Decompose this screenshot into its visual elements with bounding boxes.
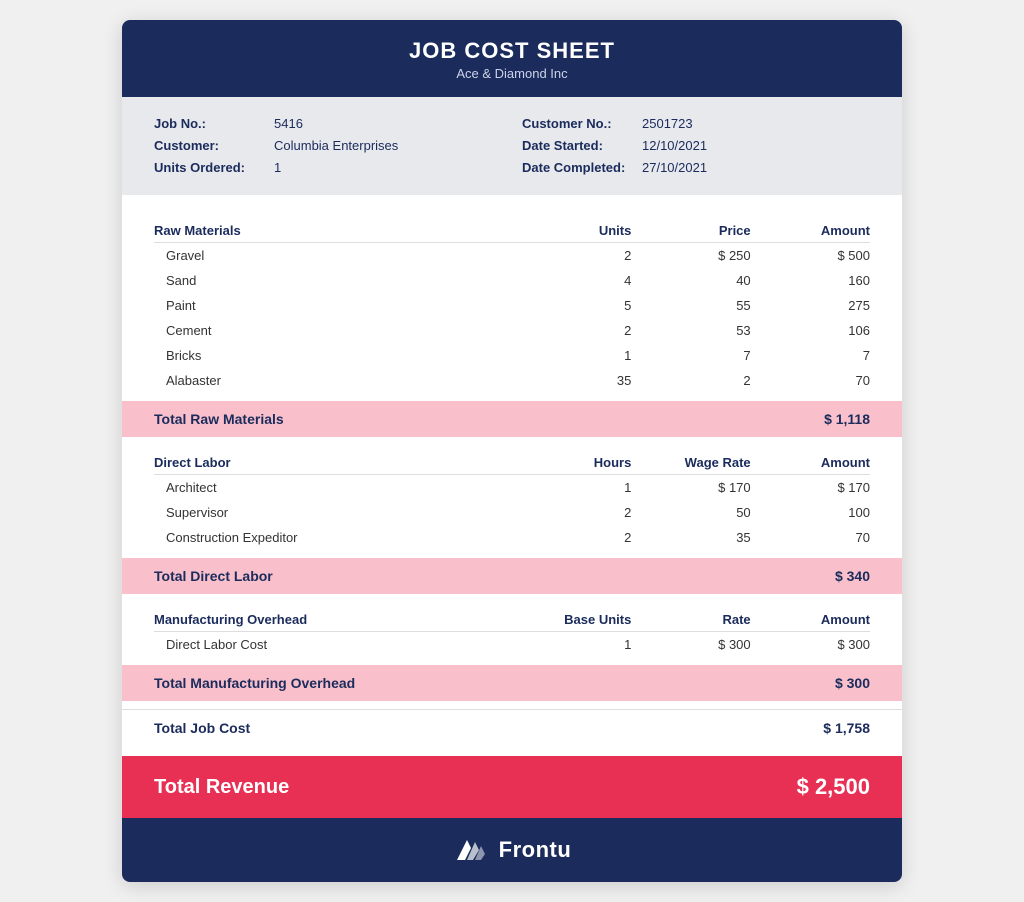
customer-no-value: 2501723 [642,113,693,135]
total-direct-labor-label: Total Direct Labor [154,568,273,584]
table-row: Sand440160 [154,268,870,293]
header: JOB COST SHEET Ace & Diamond Inc [122,20,902,97]
direct-labor-col-wage-rate: Wage Rate [631,455,750,470]
total-job-cost-row: Total Job Cost $ 1,758 [122,709,902,746]
mfg-overhead-title: Manufacturing Overhead [154,612,512,627]
table-row: Bricks177 [154,343,870,368]
table-row: Supervisor250100 [154,500,870,525]
customer-no-row: Customer No.: 2501723 [522,113,870,135]
raw-materials-col-units: Units [512,223,631,238]
total-mfg-overhead-value: $ 300 [835,675,870,691]
mfg-overhead-col-rate: Rate [631,612,750,627]
total-mfg-overhead-row: Total Manufacturing Overhead $ 300 [122,665,902,701]
table-row: Gravel2$ 250$ 500 [154,243,870,268]
mfg-overhead-section: Manufacturing Overhead Base Units Rate A… [154,604,870,657]
mfg-overhead-rows: Direct Labor Cost1$ 300$ 300 [154,632,870,657]
mfg-overhead-header: Manufacturing Overhead Base Units Rate A… [154,604,870,632]
info-right: Customer No.: 2501723 Date Started: 12/1… [522,113,870,179]
mfg-overhead-col-amount: Amount [751,612,870,627]
units-value: 1 [274,157,281,179]
direct-labor-col-amount: Amount [751,455,870,470]
mfg-overhead-col-base-units: Base Units [512,612,631,627]
date-started-value: 12/10/2021 [642,135,707,157]
raw-materials-header: Raw Materials Units Price Amount [154,215,870,243]
units-row: Units Ordered: 1 [154,157,502,179]
direct-labor-title: Direct Labor [154,455,512,470]
footer: Frontu [122,818,902,882]
total-raw-materials-value: $ 1,118 [824,411,870,427]
body: Raw Materials Units Price Amount Gravel2… [122,195,902,746]
raw-materials-col-price: Price [631,223,750,238]
date-started-label: Date Started: [522,135,632,157]
direct-labor-header: Direct Labor Hours Wage Rate Amount [154,447,870,475]
direct-labor-section: Direct Labor Hours Wage Rate Amount Arch… [154,447,870,550]
date-completed-label: Date Completed: [522,157,632,179]
job-no-label: Job No.: [154,113,264,135]
total-revenue-label: Total Revenue [154,776,289,799]
footer-brand: Frontu [499,837,572,863]
job-cost-sheet: JOB COST SHEET Ace & Diamond Inc Job No.… [122,20,902,882]
header-subtitle: Ace & Diamond Inc [142,66,882,81]
total-job-cost-value: $ 1,758 [823,720,870,736]
date-completed-row: Date Completed: 27/10/2021 [522,157,870,179]
footer-logo: Frontu [453,832,572,868]
total-direct-labor-value: $ 340 [835,568,870,584]
date-started-row: Date Started: 12/10/2021 [522,135,870,157]
raw-materials-title: Raw Materials [154,223,512,238]
job-no-row: Job No.: 5416 [154,113,502,135]
table-row: Construction Expeditor23570 [154,525,870,550]
table-row: Cement253106 [154,318,870,343]
table-row: Paint555275 [154,293,870,318]
total-revenue-row: Total Revenue $ 2,500 [122,756,902,818]
customer-value: Columbia Enterprises [274,135,398,157]
raw-materials-section: Raw Materials Units Price Amount Gravel2… [154,215,870,393]
info-left: Job No.: 5416 Customer: Columbia Enterpr… [154,113,502,179]
total-revenue-value: $ 2,500 [797,774,870,800]
direct-labor-rows: Architect1$ 170$ 170Supervisor250100Cons… [154,475,870,550]
total-raw-materials-row: Total Raw Materials $ 1,118 [122,401,902,437]
table-row: Direct Labor Cost1$ 300$ 300 [154,632,870,657]
job-no-value: 5416 [274,113,303,135]
total-job-cost-label: Total Job Cost [154,720,250,736]
raw-materials-col-amount: Amount [751,223,870,238]
customer-no-label: Customer No.: [522,113,632,135]
table-row: Architect1$ 170$ 170 [154,475,870,500]
date-completed-value: 27/10/2021 [642,157,707,179]
total-raw-materials-label: Total Raw Materials [154,411,284,427]
table-row: Alabaster35270 [154,368,870,393]
info-section: Job No.: 5416 Customer: Columbia Enterpr… [122,97,902,195]
total-mfg-overhead-label: Total Manufacturing Overhead [154,675,355,691]
direct-labor-col-hours: Hours [512,455,631,470]
customer-row: Customer: Columbia Enterprises [154,135,502,157]
units-label: Units Ordered: [154,157,264,179]
frontu-icon [453,832,489,868]
header-title: JOB COST SHEET [142,38,882,64]
total-direct-labor-row: Total Direct Labor $ 340 [122,558,902,594]
raw-materials-rows: Gravel2$ 250$ 500Sand440160Paint555275Ce… [154,243,870,393]
customer-label: Customer: [154,135,264,157]
